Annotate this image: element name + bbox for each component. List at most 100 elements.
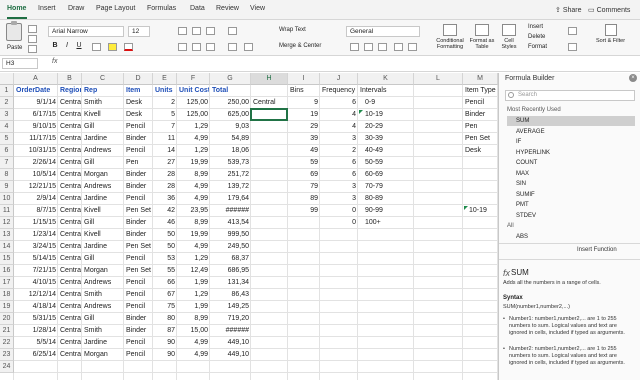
sort-filter-button[interactable]: Sort & Filter <box>596 24 625 44</box>
table-cell[interactable]: Kivell <box>83 229 123 241</box>
table-cell[interactable]: 50 <box>154 241 176 253</box>
function-item[interactable]: HYPERLINK <box>507 148 635 158</box>
table-cell[interactable]: 139,72 <box>211 181 250 193</box>
table-cell[interactable]: Central <box>59 313 81 325</box>
interval-label[interactable]: 80-89 <box>359 193 413 205</box>
bin-value[interactable]: 69 <box>289 169 319 181</box>
row-header[interactable]: 14 <box>0 241 14 253</box>
bin-value[interactable]: 79 <box>289 181 319 193</box>
bins-header[interactable]: Bins <box>289 85 319 97</box>
interval-label[interactable]: 30-39 <box>359 133 413 145</box>
table-cell[interactable]: 11 <box>154 133 176 145</box>
function-search-input[interactable]: Search <box>505 90 635 101</box>
table-cell[interactable]: Morgan <box>83 349 123 361</box>
table-cell[interactable]: 251,72 <box>211 169 250 181</box>
table-cell[interactable]: Central <box>59 133 81 145</box>
table-cell[interactable]: 449,10 <box>211 349 250 361</box>
table-cell[interactable]: Smith <box>83 325 123 337</box>
table-cell[interactable]: 18,06 <box>211 145 250 157</box>
item-type-value[interactable]: Desk <box>464 145 497 157</box>
table-cell[interactable]: 1,99 <box>178 277 209 289</box>
tab-view[interactable]: View <box>250 5 265 12</box>
column-heading[interactable]: Rep <box>83 85 123 97</box>
row-header[interactable]: 16 <box>0 265 14 277</box>
table-cell[interactable]: 10/31/15 <box>15 145 57 157</box>
table-cell[interactable]: Gill <box>83 217 123 229</box>
frequency-value[interactable]: 4 <box>321 109 357 121</box>
table-cell[interactable]: 8,99 <box>178 169 209 181</box>
table-cell[interactable]: 9,03 <box>211 121 250 133</box>
table-cell[interactable]: Andrews <box>83 301 123 313</box>
table-cell[interactable]: 19,99 <box>178 229 209 241</box>
table-cell[interactable]: 5 <box>154 109 176 121</box>
row-header[interactable]: 7 <box>0 157 14 169</box>
item-type-header[interactable]: Item Type <box>464 85 497 97</box>
table-cell[interactable]: 68,37 <box>211 253 250 265</box>
column-heading[interactable]: Item <box>125 85 152 97</box>
tab-home[interactable]: Home <box>7 5 26 12</box>
table-cell[interactable]: 12/12/14 <box>15 289 57 301</box>
table-cell[interactable]: 249,50 <box>211 241 250 253</box>
cut-icon[interactable] <box>28 25 37 33</box>
function-item[interactable]: ABS <box>507 232 635 242</box>
column-heading[interactable]: Region <box>59 85 81 97</box>
merge-center-button[interactable]: Merge & Center <box>279 43 321 49</box>
table-cell[interactable]: Central <box>59 205 81 217</box>
table-cell[interactable]: Central <box>59 193 81 205</box>
function-item[interactable]: IF <box>507 137 635 147</box>
table-cell[interactable]: 15,00 <box>178 325 209 337</box>
table-cell[interactable]: 12/21/15 <box>15 181 57 193</box>
table-cell[interactable]: 5/14/15 <box>15 253 57 265</box>
frequency-value[interactable]: 2 <box>321 145 357 157</box>
table-cell[interactable]: 149,25 <box>211 301 250 313</box>
table-cell[interactable]: Pen Set <box>125 205 152 217</box>
row-header[interactable]: 13 <box>0 229 14 241</box>
table-cell[interactable]: 125,00 <box>178 97 209 109</box>
currency-icon[interactable] <box>350 43 359 51</box>
table-cell[interactable]: Pencil <box>125 253 152 265</box>
table-cell[interactable]: Binder <box>125 325 152 337</box>
table-cell[interactable]: 53 <box>154 253 176 265</box>
table-cell[interactable]: 1/23/14 <box>15 229 57 241</box>
item-type-value[interactable]: Pen Set <box>464 133 497 145</box>
row-header[interactable]: 2 <box>0 97 14 109</box>
function-item[interactable]: SUM <box>507 116 635 126</box>
frequency-value[interactable]: 3 <box>321 181 357 193</box>
table-cell[interactable]: Morgan <box>83 265 123 277</box>
table-cell[interactable]: Central <box>59 145 81 157</box>
table-cell[interactable]: 50 <box>154 229 176 241</box>
table-cell[interactable]: 4,99 <box>178 181 209 193</box>
column-header-m[interactable]: M <box>463 73 498 85</box>
share-button[interactable]: ⇪ Share <box>555 6 582 14</box>
table-cell[interactable]: 19,99 <box>178 157 209 169</box>
row-header[interactable]: 4 <box>0 121 14 133</box>
column-heading[interactable]: Units <box>154 85 176 97</box>
row-header[interactable]: 1 <box>0 85 14 97</box>
column-heading[interactable]: OrderDate <box>15 85 57 97</box>
bin-value[interactable]: 29 <box>289 121 319 133</box>
row-header[interactable]: 18 <box>0 289 14 301</box>
table-cell[interactable]: Central <box>59 301 81 313</box>
column-header-e[interactable]: E <box>153 73 177 85</box>
table-cell[interactable]: Pen Set <box>125 241 152 253</box>
frequency-value[interactable]: 6 <box>321 169 357 181</box>
copy-icon[interactable] <box>28 35 37 43</box>
column-header-a[interactable]: A <box>14 73 58 85</box>
item-type-value[interactable]: Binder <box>464 109 497 121</box>
row-header[interactable]: 17 <box>0 277 14 289</box>
interval-label[interactable]: 50-59 <box>359 157 413 169</box>
function-item[interactable]: STDEV <box>507 211 635 221</box>
table-cell[interactable]: 7 <box>154 121 176 133</box>
table-cell[interactable]: Desk <box>125 97 152 109</box>
increase-decimal-icon[interactable] <box>394 43 403 51</box>
table-cell[interactable]: 9/1/14 <box>15 97 57 109</box>
table-cell[interactable]: 4/18/14 <box>15 301 57 313</box>
table-cell[interactable]: 75 <box>154 301 176 313</box>
autosum-icon[interactable] <box>568 27 577 35</box>
frequency-value[interactable]: 4 <box>321 121 357 133</box>
table-cell[interactable]: 125,00 <box>178 109 209 121</box>
decrease-decimal-icon[interactable] <box>408 43 417 51</box>
column-header-b[interactable]: B <box>58 73 82 85</box>
insert-cells-button[interactable]: Insert <box>528 24 543 30</box>
table-cell[interactable]: 1,29 <box>178 145 209 157</box>
